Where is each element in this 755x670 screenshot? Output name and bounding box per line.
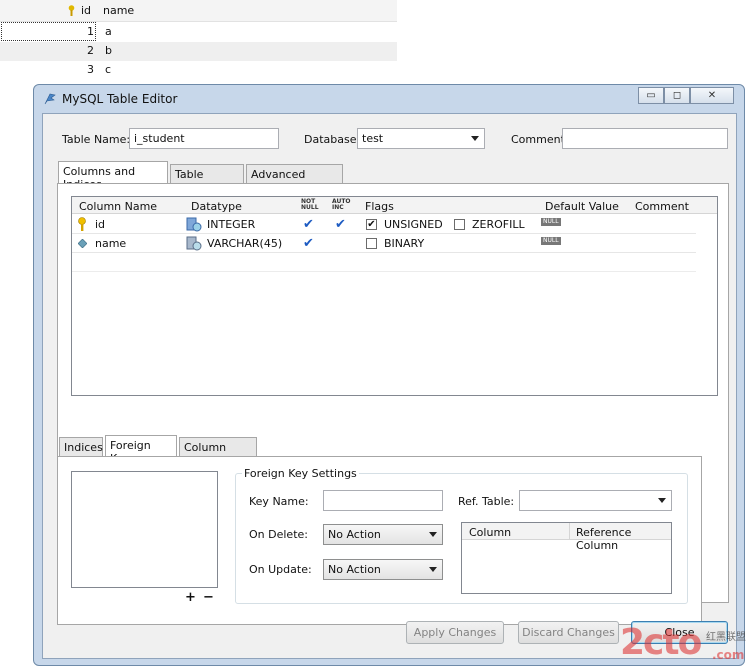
auto-inc-check-icon[interactable]: ✔: [335, 217, 346, 232]
tab-indices[interactable]: Indices: [59, 437, 103, 457]
default-null-badge[interactable]: NULL: [541, 218, 561, 226]
focus-rectangle: [1, 22, 96, 41]
header-auto-inc[interactable]: AUTO INC: [332, 199, 351, 211]
not-null-check-icon[interactable]: ✔: [303, 236, 314, 251]
comment-input[interactable]: [562, 128, 728, 149]
watermark-sub-text: 红黑联盟: [706, 632, 746, 643]
header-comment[interactable]: Comment: [635, 200, 689, 213]
remove-foreign-key-button[interactable]: −: [203, 590, 214, 605]
tab-column-details[interactable]: Column Details: [179, 437, 257, 467]
zerofill-label: ZEROFILL: [472, 218, 525, 231]
chevron-down-icon: [658, 498, 666, 503]
key-name-input[interactable]: [323, 490, 443, 511]
minimize-button[interactable]: ▭: [638, 87, 664, 104]
result-header-id[interactable]: id: [81, 4, 91, 17]
reference-columns-header: Column Reference Column: [462, 523, 671, 552]
header-datatype[interactable]: Datatype: [191, 200, 242, 213]
header-not-null[interactable]: NOT NULL: [301, 199, 319, 211]
add-foreign-key-button[interactable]: +: [185, 590, 196, 605]
column-diamond-icon: [78, 239, 87, 248]
datatype-cell[interactable]: INTEGER: [207, 218, 255, 231]
empty-row[interactable]: [72, 253, 696, 272]
table-row[interactable]: id INTEGER ✔ ✔ ✔ UNSIGNED ZEROFILL NULL: [72, 215, 696, 234]
apply-changes-button[interactable]: Apply Changes: [406, 621, 504, 644]
on-delete-label: On Delete:: [249, 528, 308, 541]
title-bar[interactable]: MySQL Table Editor ▭ ◻ ✕: [34, 85, 744, 111]
table-name-label: Table Name:: [62, 133, 131, 146]
key-name-label: Key Name:: [249, 495, 309, 508]
header-column-name[interactable]: Column Name: [79, 200, 157, 213]
on-update-value: No Action: [328, 563, 381, 576]
primary-key-icon: [78, 217, 86, 231]
tab-foreign-keys[interactable]: Foreign Keys: [105, 435, 177, 465]
foreign-key-settings-group: Foreign Key Settings Key Name: Ref. Tabl…: [235, 467, 688, 604]
row-number: 3: [87, 63, 94, 76]
table-name-input[interactable]: i_student: [129, 128, 279, 149]
chevron-down-icon: [429, 567, 437, 572]
window-title: MySQL Table Editor: [62, 92, 178, 106]
mysql-dolphin-icon: [44, 93, 56, 105]
discard-changes-button[interactable]: Discard Changes: [518, 621, 619, 644]
header-auto-inc-line2: INC: [332, 204, 344, 211]
foreign-key-settings-title: Foreign Key Settings: [242, 467, 359, 480]
row-number: 2: [87, 44, 94, 57]
zerofill-checkbox[interactable]: [454, 219, 465, 230]
table-editor-window: MySQL Table Editor ▭ ◻ ✕ Table Name: i_s…: [33, 84, 745, 666]
table-row[interactable]: 2 b: [0, 42, 397, 61]
header-divider: [569, 523, 570, 540]
result-grid-header: id name: [0, 0, 397, 22]
columns-grid-header: Column Name Datatype NOT NULL AUTO INC Fla…: [72, 197, 717, 214]
tab-columns-and-indices[interactable]: Columns and Indices: [58, 161, 168, 191]
ref-table-select[interactable]: [519, 490, 672, 511]
row-value[interactable]: c: [105, 63, 111, 76]
reference-columns-grid: Column Reference Column: [461, 522, 672, 594]
database-label: Database:: [304, 133, 361, 146]
chevron-down-icon: [471, 136, 479, 141]
binary-label: BINARY: [384, 237, 425, 250]
header-reference-column[interactable]: Reference Column: [576, 526, 671, 552]
watermark-domain: .com: [712, 648, 745, 662]
ref-table-label: Ref. Table:: [458, 495, 515, 508]
watermark-big-text: 2cto: [620, 622, 702, 663]
result-header-name[interactable]: name: [103, 4, 134, 17]
header-column[interactable]: Column: [469, 526, 511, 539]
header-default-value[interactable]: Default Value: [545, 200, 619, 213]
window-controls: ▭ ◻ ✕: [638, 87, 734, 104]
header-flags[interactable]: Flags: [365, 200, 394, 213]
foreign-keys-list[interactable]: [71, 471, 218, 588]
header-not-null-line2: NULL: [301, 204, 319, 211]
tab-advanced-options[interactable]: Advanced Options: [246, 164, 343, 194]
maximize-button[interactable]: ◻: [664, 87, 690, 104]
database-select-value: test: [362, 132, 384, 145]
on-update-select[interactable]: No Action: [323, 559, 443, 580]
foreign-keys-panel: + − Foreign Key Settings Key Name: Ref. …: [57, 456, 702, 625]
unsigned-label: UNSIGNED: [384, 218, 443, 231]
row-value[interactable]: b: [105, 44, 112, 57]
on-update-label: On Update:: [249, 563, 312, 576]
datatype-icon: [186, 236, 202, 251]
comment-label: Comment:: [511, 133, 569, 146]
datatype-cell[interactable]: VARCHAR(45): [207, 237, 282, 250]
watermark-logo: 2cto 红黑联盟 .com: [620, 622, 755, 670]
unsigned-checkbox[interactable]: ✔: [366, 219, 377, 230]
close-window-button[interactable]: ✕: [690, 87, 734, 104]
default-null-badge[interactable]: NULL: [541, 237, 561, 245]
column-name-cell[interactable]: name: [95, 237, 126, 250]
binary-checkbox[interactable]: [366, 238, 377, 249]
on-delete-value: No Action: [328, 528, 381, 541]
column-name-cell[interactable]: id: [95, 218, 105, 231]
on-delete-select[interactable]: No Action: [323, 524, 443, 545]
database-select[interactable]: test: [357, 128, 485, 149]
chevron-down-icon: [429, 532, 437, 537]
table-row[interactable]: 3 c: [0, 61, 397, 80]
datatype-icon: [186, 217, 202, 232]
not-null-check-icon[interactable]: ✔: [303, 217, 314, 232]
tab-table-options[interactable]: Table Options: [170, 164, 244, 194]
table-row[interactable]: name VARCHAR(45) ✔ BINARY NULL: [72, 234, 696, 253]
row-value[interactable]: a: [105, 25, 112, 38]
window-client-area: Table Name: i_student Database: test Com…: [42, 113, 737, 659]
columns-grid: Column Name Datatype NOT NULL AUTO INC Fla…: [71, 196, 718, 396]
primary-key-icon: [68, 5, 75, 16]
